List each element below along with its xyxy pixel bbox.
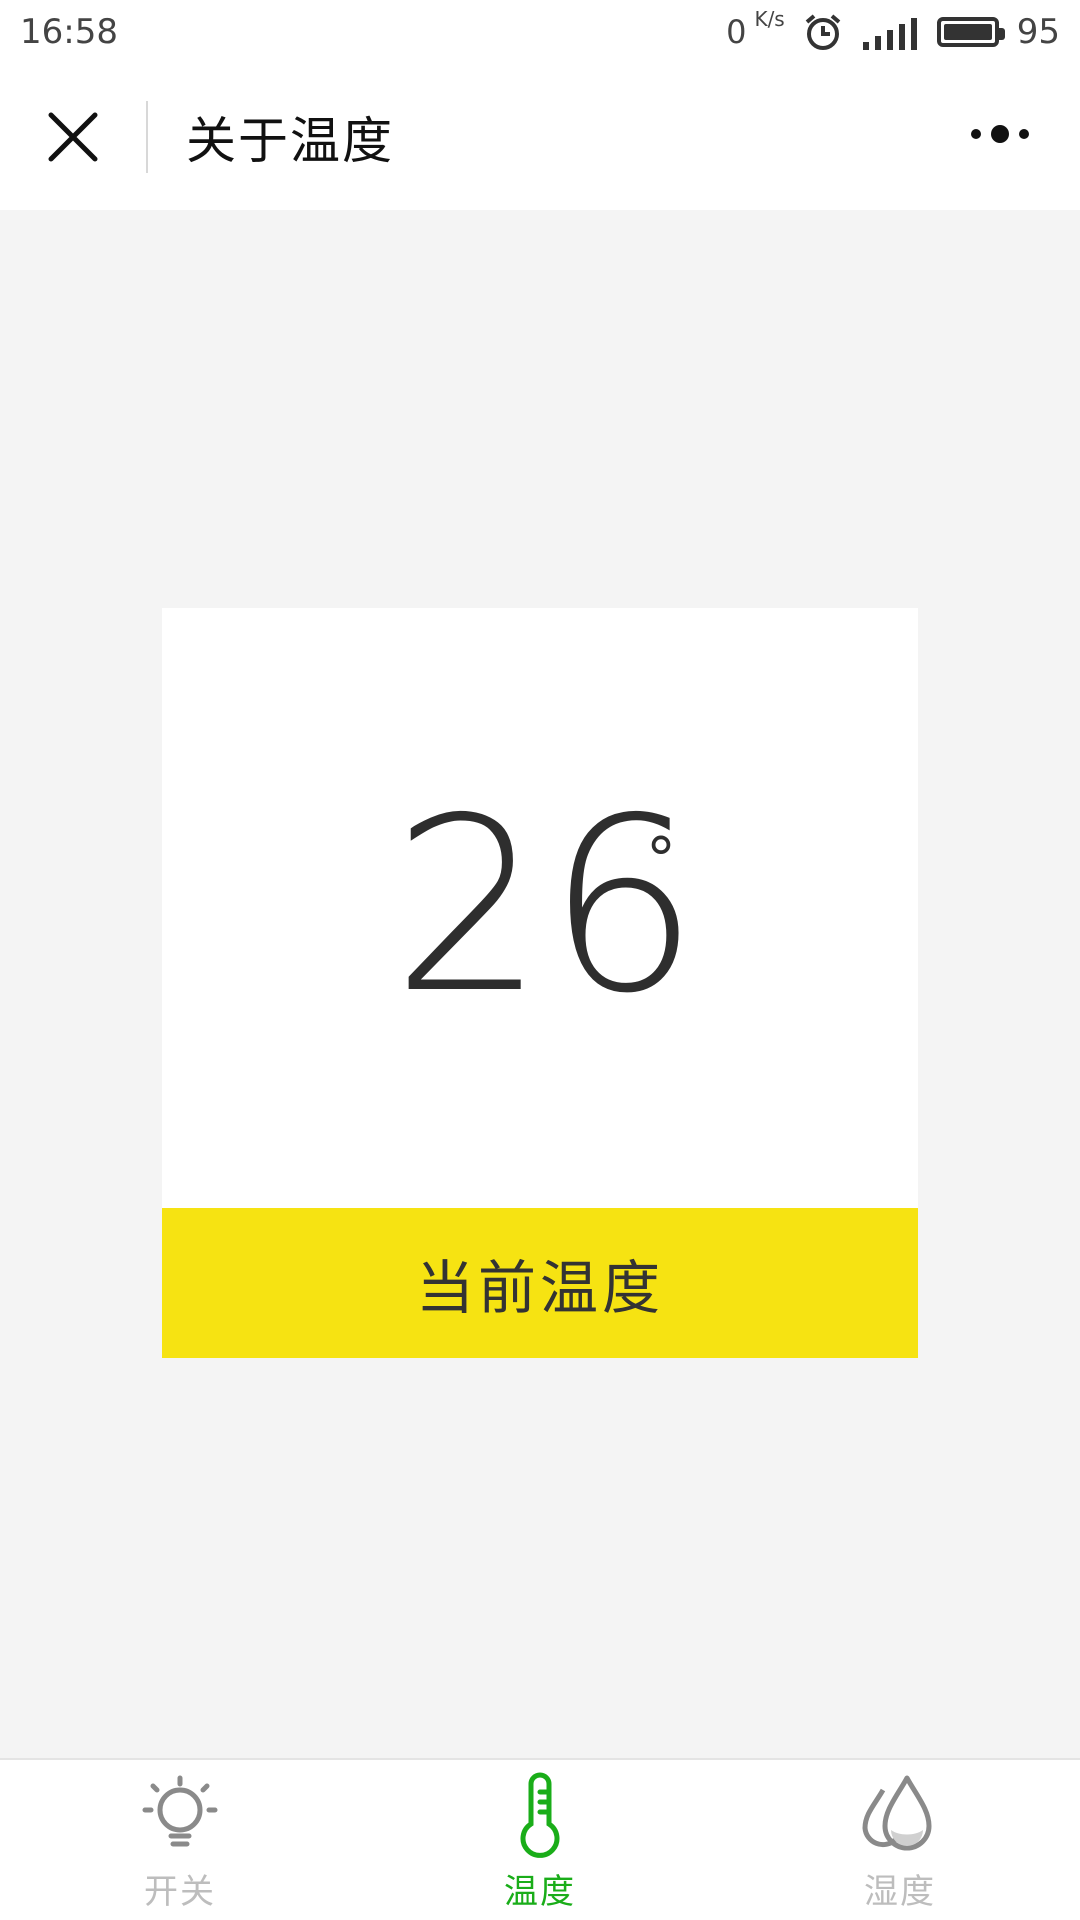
page-title: 关于温度 (186, 112, 394, 170)
more-icon-right-dot (1019, 129, 1029, 139)
more-icon-center-dot (991, 125, 1009, 143)
more-button[interactable] (950, 104, 1050, 164)
temperature-value: 26 (392, 766, 702, 1046)
water-drops-icon (862, 1775, 932, 1851)
status-indicators: 0 K/s 95 (726, 7, 1060, 52)
tab-bar: 开关 温度 湿度 (0, 1758, 1080, 1920)
current-temperature-label: 当前温度 (162, 1208, 918, 1358)
tab-temperature-label: 温度 (504, 1872, 576, 1912)
tab-switch-label: 开关 (144, 1872, 216, 1912)
status-time: 16:58 (20, 12, 118, 52)
net-speed: 0 K/s (726, 7, 785, 51)
tab-humidity[interactable]: 湿度 (800, 1770, 1000, 1920)
status-bar: 16:58 0 K/s 95 (0, 0, 1080, 64)
lightbulb-icon (142, 1775, 218, 1847)
temperature-display: 26 ° (162, 608, 918, 1208)
battery-level: 95 (1016, 12, 1060, 52)
nav-bar: 关于温度 (0, 64, 1080, 210)
thermometer-icon (520, 1772, 560, 1858)
battery-icon (936, 17, 1005, 47)
close-button[interactable] (0, 64, 146, 210)
tab-switch[interactable]: 开关 (80, 1770, 280, 1920)
close-icon (48, 112, 98, 162)
tab-humidity-label: 湿度 (864, 1872, 936, 1912)
tab-temperature[interactable]: 温度 (440, 1770, 640, 1920)
degree-symbol: ° (646, 825, 676, 895)
signal-icon (862, 18, 917, 50)
temperature-card: 26 ° 当前温度 (162, 608, 918, 1358)
alarm-icon (805, 14, 841, 50)
nav-divider (146, 101, 148, 173)
more-icon (971, 129, 981, 139)
